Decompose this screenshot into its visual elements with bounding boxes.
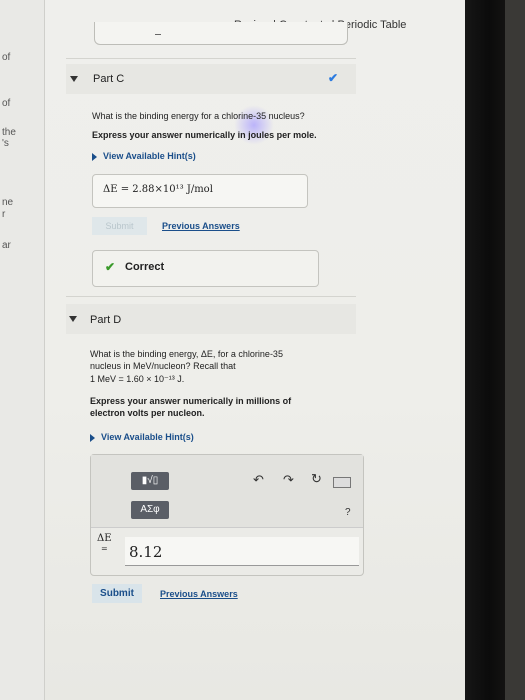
sidebar-fragment: r xyxy=(2,209,6,220)
part-c-label: Part C xyxy=(93,73,125,85)
part-d-hint-link[interactable]: View Available Hint(s) xyxy=(90,432,194,442)
keyboard-icon[interactable] xyxy=(333,477,351,488)
sidebar-fragment: the xyxy=(2,127,16,138)
part-d-label: Part D xyxy=(90,314,122,326)
part-c-instruction: Express your answer numerically in joule… xyxy=(92,130,317,140)
part-d-question-line3: 1 MeV = 1.60 × 10⁻¹³ J. xyxy=(90,374,185,384)
input-label: ΔE = xyxy=(97,533,112,553)
part-c-hint-link[interactable]: View Available Hint(s) xyxy=(92,151,196,161)
greek-symbols-button[interactable]: ΑΣφ xyxy=(131,501,169,519)
redo-icon[interactable]: ↷ xyxy=(283,472,294,488)
part-c-submit-button[interactable]: Submit xyxy=(92,217,147,235)
part-c-answer-display: ΔE = 2.88×10¹³ J/mol xyxy=(92,174,308,208)
part-c-header[interactable]: Part C ✔ xyxy=(66,64,356,94)
screen: of of the 's ne r ar Review | Constants … xyxy=(0,0,465,700)
part-d-question-line2: nucleus in MeV/nucleon? Recall that xyxy=(90,361,236,371)
answer-editor: ▮√▯ ΑΣφ ↶ ↷ ↻ ? ΔE = 8.12 xyxy=(90,454,364,576)
correct-check-icon: ✔ xyxy=(105,260,116,274)
monitor-edge xyxy=(505,0,525,700)
part-d-submit-button[interactable]: Submit xyxy=(92,584,142,603)
part-d-instruction-line1: Express your answer numerically in milli… xyxy=(90,396,292,406)
sidebar-fragment: 's xyxy=(2,138,9,149)
part-d-previous-answers-link[interactable]: Previous Answers xyxy=(160,589,238,599)
undo-icon[interactable]: ↶ xyxy=(253,472,264,488)
expand-arrow-icon xyxy=(90,433,95,442)
answer-input[interactable]: 8.12 xyxy=(125,537,359,566)
part-d-question-line1: What is the binding energy, ΔE, for a ch… xyxy=(90,349,283,359)
left-sidebar: of of the 's ne r ar xyxy=(0,0,45,700)
part-c-previous-answers-link[interactable]: Previous Answers xyxy=(162,221,240,231)
collapse-triangle-icon[interactable] xyxy=(70,76,78,82)
sidebar-fragment: of xyxy=(2,98,11,109)
sidebar-fragment: ne xyxy=(2,197,14,208)
expand-arrow-icon xyxy=(92,152,97,161)
part-c-question: What is the binding energy for a chlorin… xyxy=(92,111,305,121)
reset-icon[interactable]: ↻ xyxy=(311,471,322,487)
sidebar-fragment: of xyxy=(2,52,11,63)
part-d-instruction-line2: electron volts per nucleon. xyxy=(90,408,205,418)
checkmark-icon: ✔ xyxy=(328,71,339,85)
editor-toolbar: ▮√▯ ΑΣφ ↶ ↷ ↻ ? xyxy=(91,455,363,528)
help-icon[interactable]: ? xyxy=(345,507,351,518)
sidebar-fragment: ar xyxy=(2,240,11,251)
part-c-feedback: ✔ Correct xyxy=(92,250,319,287)
templates-button[interactable]: ▮√▯ xyxy=(131,472,169,490)
part-d-header[interactable]: Part D xyxy=(66,304,356,334)
collapse-triangle-icon[interactable] xyxy=(69,316,77,322)
previous-answer-box xyxy=(94,22,348,45)
